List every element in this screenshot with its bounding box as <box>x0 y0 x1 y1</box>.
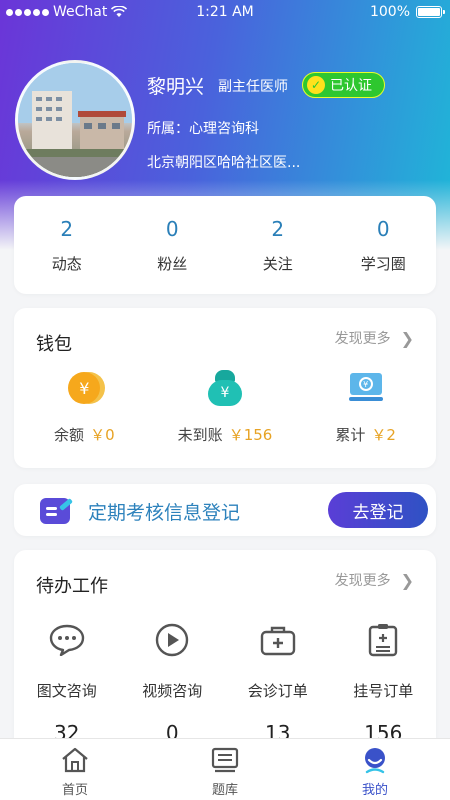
register-button[interactable]: 去登记 <box>328 492 428 528</box>
stat-value: 0 <box>165 216 179 241</box>
profile-icon <box>365 748 385 774</box>
wallet-pending[interactable]: ¥ 未到账 ￥156 <box>155 368 296 445</box>
avatar[interactable] <box>15 60 135 180</box>
wallet-card: 钱包 发现更多 ❯ ¥ 余额 ￥0 ¥ 未到账 ￥156 ¥ 累计 ￥2 <box>14 308 436 468</box>
todo-label: 会诊订单 <box>247 682 308 700</box>
todo-consultation-orders[interactable]: 会诊订单 13 <box>225 620 331 745</box>
tab-bar: 首页 题库 我的 <box>0 738 450 800</box>
stat-label: 关注 <box>262 254 293 273</box>
tab-label: 我的 <box>361 783 388 798</box>
coin-icon: ¥ <box>68 372 101 404</box>
todo-video-consult[interactable]: 视频咨询 0 <box>120 620 226 745</box>
verified-label: 已认证 <box>330 78 372 94</box>
wallet-item-value: ￥0 <box>90 426 115 444</box>
todo-label: 视频咨询 <box>142 682 203 700</box>
todo-text-consult[interactable]: 图文咨询 32 <box>14 620 120 745</box>
register-text: 定期考核信息登记 <box>88 502 241 524</box>
register-list-icon <box>369 624 398 657</box>
stat-value: 0 <box>376 216 390 241</box>
wallet-item-label: 未到账 <box>177 426 223 444</box>
stat-label: 学习圈 <box>360 254 406 273</box>
stat-value: 2 <box>271 216 285 241</box>
todo-label: 挂号订单 <box>353 682 414 700</box>
stat-value: 2 <box>60 216 74 241</box>
wallet-balance[interactable]: ¥ 余额 ￥0 <box>14 368 155 445</box>
home-icon <box>62 747 88 773</box>
stats-card: 2 动态 0 粉丝 2 关注 0 学习圈 <box>14 196 436 294</box>
doctor-name: 黎明兴 <box>147 76 205 98</box>
stat-label: 粉丝 <box>157 254 188 273</box>
chevron-right-icon: ❯ <box>400 328 414 348</box>
money-bag-icon: ¥ <box>206 370 244 406</box>
tab-home[interactable]: 首页 <box>0 739 150 800</box>
atm-icon: ¥ <box>348 371 383 405</box>
tab-profile[interactable]: 我的 <box>300 739 450 800</box>
wallet-item-value: ￥156 <box>228 426 273 444</box>
stat-label: 动态 <box>51 254 82 273</box>
chat-bubble-icon <box>49 624 84 656</box>
todo-more-link[interactable]: 发现更多 ❯ <box>335 570 414 590</box>
stat-study-circle[interactable]: 0 学习圈 <box>331 196 437 294</box>
check-icon: ✓ <box>307 76 325 94</box>
todo-label: 图文咨询 <box>36 682 97 700</box>
verified-badge: ✓ 已认证 <box>302 72 385 98</box>
chevron-right-icon: ❯ <box>400 570 414 590</box>
stat-following[interactable]: 2 关注 <box>225 196 331 294</box>
avatar-photo <box>18 63 132 177</box>
wallet-more-link[interactable]: 发现更多 ❯ <box>335 328 414 348</box>
stat-fans[interactable]: 0 粉丝 <box>120 196 226 294</box>
tab-label: 题库 <box>211 783 238 798</box>
battery-info: 100% <box>369 4 445 20</box>
battery-icon <box>416 6 445 18</box>
question-bank-icon <box>211 747 239 773</box>
wallet-item-value: ￥2 <box>371 426 396 444</box>
medical-kit-icon <box>260 626 295 656</box>
more-label: 发现更多 <box>334 573 391 589</box>
doctor-title: 副主任医师 <box>218 79 288 95</box>
tab-question-bank[interactable]: 题库 <box>150 739 300 800</box>
register-banner: 定期考核信息登记 去登记 <box>14 484 436 536</box>
todo-title: 待办工作 <box>36 576 108 597</box>
doctor-department: 所属：心理咨询科 <box>147 121 259 137</box>
tab-label: 首页 <box>61 783 88 798</box>
wallet-title: 钱包 <box>36 334 72 355</box>
edit-form-icon <box>40 498 70 524</box>
todo-registration-orders[interactable]: 挂号订单 156 <box>331 620 437 745</box>
wallet-item-label: 余额 <box>54 426 85 444</box>
stat-dynamics[interactable]: 2 动态 <box>14 196 120 294</box>
play-circle-icon <box>156 623 189 657</box>
battery-percent: 100% <box>369 4 410 20</box>
more-label: 发现更多 <box>334 331 391 347</box>
wallet-total[interactable]: ¥ 累计 ￥2 <box>295 368 436 445</box>
todo-card: 待办工作 发现更多 ❯ 图文咨询 32 视频咨询 0 会诊订单 13 挂号订单 … <box>14 550 436 750</box>
doctor-address: 北京朝阳区哈哈社区医... <box>147 155 301 171</box>
status-bar: WeChat 1:21 AM 100% <box>0 0 450 24</box>
wallet-item-label: 累计 <box>335 426 366 444</box>
